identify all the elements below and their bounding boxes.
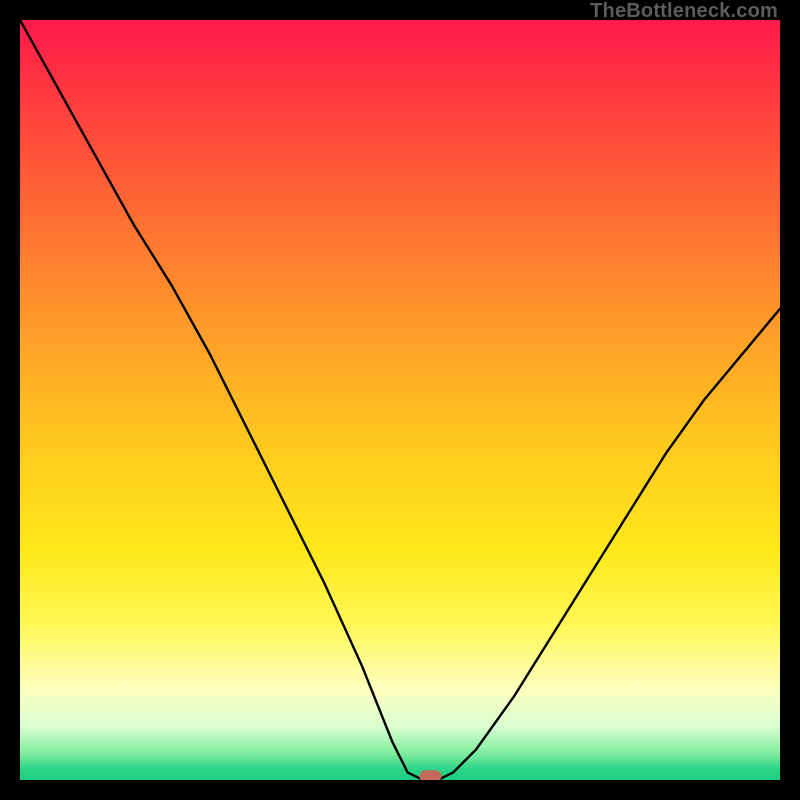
gradient-background [20,20,780,780]
chart-frame: TheBottleneck.com [0,0,800,800]
optimal-point-marker [419,770,441,780]
watermark-text: TheBottleneck.com [590,0,778,23]
chart-svg [20,20,780,780]
plot-area [20,20,780,780]
